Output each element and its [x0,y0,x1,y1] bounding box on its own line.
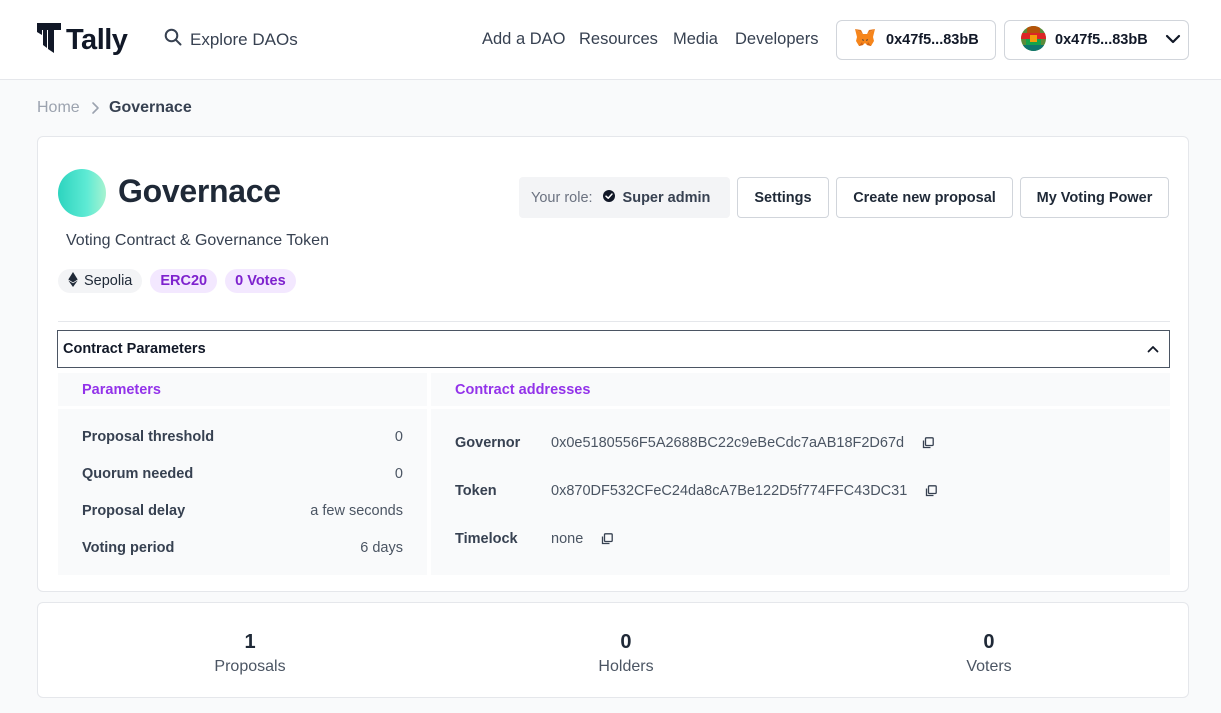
stat-value: 1 [244,631,256,653]
address-row: Governor 0x0e5180556F5A2688BC22c9eBeCdc7… [455,435,934,451]
param-key: Proposal threshold [82,429,215,445]
contract-addresses-panel: Contract addresses Governor 0x0e5180556F… [431,373,1170,575]
role-label: Your role: [531,189,593,206]
tally-logo-icon [36,21,62,60]
account-avatar [1021,25,1046,55]
network-label: Sepolia [84,273,133,289]
address-value: 0x0e5180556F5A2688BC22c9eBeCdc7aAB18F2D6… [551,435,905,451]
create-proposal-button[interactable]: Create new proposal [836,177,1013,218]
param-row: Quorum needed 0 [82,466,403,482]
token-type-chip: ERC20 [150,269,218,293]
chevron-down-icon [1165,32,1181,48]
check-circle-icon [602,189,615,206]
contract-parameters-title: Contract Parameters [63,341,206,357]
address-value: 0x870DF532CFeC24da8cA7Be122D5f774FFC43DC… [551,483,908,499]
nav-media[interactable]: Media [673,30,718,49]
address-key: Governor [455,435,521,451]
wallet-address: 0x47f5...83bB [886,32,979,48]
dao-avatar [58,169,106,217]
stat-voters[interactable]: 0 Voters [966,631,1011,676]
role-value: Super admin [622,189,711,206]
param-value: 0 [394,429,403,445]
copy-icon[interactable] [925,485,938,497]
dao-title: Governace [118,173,281,209]
chevron-right-icon [89,101,101,120]
nav-developers[interactable]: Developers [735,30,818,49]
param-row: Proposal threshold 0 [82,429,403,445]
dao-description: Voting Contract & Governance Token [66,232,329,249]
my-voting-power-button[interactable]: My Voting Power [1020,177,1169,218]
address-value: none [551,531,584,547]
param-key: Voting period [82,540,175,556]
breadcrumb-current: Governace [109,99,192,116]
dao-chips: Sepolia ERC20 0 Votes [58,269,296,293]
param-value: 0 [394,466,403,482]
contract-addresses-heading: Contract addresses [431,373,1170,409]
role-badge: Your role: Super admin [519,177,730,218]
address-key: Timelock [455,531,518,547]
search-label: Explore DAOs [190,29,298,49]
param-value: 6 days [360,540,403,556]
nav-resources[interactable]: Resources [579,30,658,49]
breadcrumb-home[interactable]: Home [37,99,80,117]
search-icon [164,28,182,51]
metamask-fox-icon [854,28,876,52]
stat-label: Holders [598,658,654,675]
stat-value: 0 [983,631,995,653]
param-value: a few seconds [310,503,403,519]
divider [58,321,1170,322]
parameters-panel: Parameters Proposal threshold 0 Quorum n… [58,373,427,575]
stat-label: Voters [966,658,1012,675]
param-key: Proposal delay [82,503,186,519]
top-header: Tally Explore DAOs Add a DAO Resources M… [0,0,1221,80]
account-menu-button[interactable]: 0x47f5...83bB [1004,20,1189,60]
contract-parameters-toggle[interactable]: Contract Parameters [57,330,1170,368]
address-row: Token 0x870DF532CFeC24da8cA7Be122D5f774F… [455,483,938,499]
tally-logo[interactable]: Tally [36,21,128,60]
explore-daos-search[interactable]: Explore DAOs [164,28,298,51]
network-chip: Sepolia [58,269,143,293]
dao-stats-card: 1 Proposals 0 Holders 0 Voters [37,602,1189,698]
param-key: Quorum needed [82,466,194,482]
chevron-up-icon [1147,340,1159,358]
votes-chip: 0 Votes [225,269,296,293]
address-row: Timelock none [455,531,614,547]
logo-text: Tally [66,23,128,56]
settings-button[interactable]: Settings [737,177,829,218]
wallet-button[interactable]: 0x47f5...83bB [836,20,996,60]
account-address: 0x47f5...83bB [1055,32,1148,48]
stat-holders[interactable]: 0 Holders [598,631,653,676]
parameters-heading: Parameters [58,373,427,409]
copy-icon[interactable] [922,437,934,449]
stat-proposals[interactable]: 1 Proposals [214,631,285,676]
dao-card: Governace Voting Contract & Governance T… [37,136,1189,592]
ethereum-icon [68,271,78,291]
param-row: Voting period 6 days [82,540,403,556]
stat-label: Proposals [214,658,286,675]
nav-add-dao[interactable]: Add a DAO [482,30,565,49]
stat-value: 0 [620,631,632,653]
param-row: Proposal delay a few seconds [82,503,403,519]
copy-icon[interactable] [601,533,614,545]
address-key: Token [455,483,497,499]
